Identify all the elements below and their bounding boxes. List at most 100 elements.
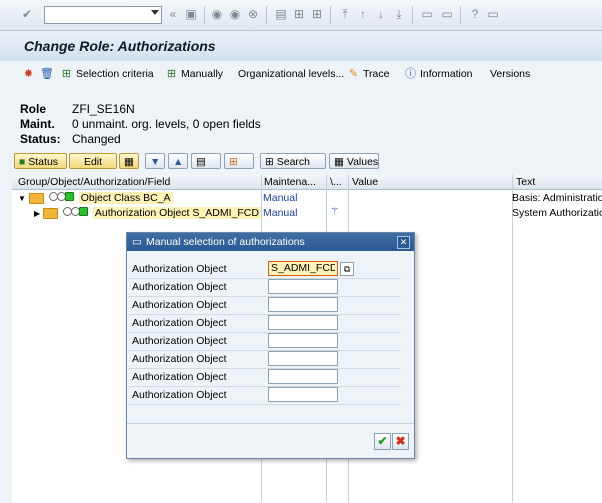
dialog-window-icon: ▭	[132, 236, 142, 248]
cancel-button[interactable]: ✖	[392, 433, 409, 450]
column-divider	[512, 175, 513, 502]
trash-icon: 🗑	[40, 67, 54, 80]
search-button[interactable]: ⊞ Search	[260, 153, 326, 169]
maint-label: Maint.	[20, 117, 55, 131]
auth-object-input-6[interactable]	[268, 351, 338, 366]
trace-button[interactable]: ✎ Trace	[347, 66, 390, 82]
layout-button[interactable]: ⊞	[224, 153, 254, 169]
back-icon[interactable]: ◉	[210, 7, 224, 21]
new-session-icon[interactable]: ▭	[420, 7, 434, 21]
wand-icon[interactable]: ⚚	[330, 205, 339, 219]
auth-object-row: Authorization Object	[128, 296, 401, 315]
versions-label: Versions	[490, 68, 531, 80]
auth-object-label: Authorization Object	[132, 353, 227, 365]
system-toolbar: ✔ « ▣ ◉ ◉ ⊗ ▤ ⊞ ⊞ ⤒ ↑ ↓ ⤓ ▭ ▭ ? ▭	[0, 0, 602, 31]
expand-triangle-icon[interactable]: ▼	[18, 194, 26, 203]
org-levels-button[interactable]: Organizational levels...	[238, 66, 344, 82]
edit-button-label: Edit	[83, 156, 103, 168]
manually-label: Manually	[181, 68, 224, 80]
grid-icon: ▦	[124, 156, 134, 168]
trace-label: Trace	[363, 68, 390, 80]
traffic-light-icon	[63, 206, 88, 220]
dialog-title: Manual selection of authorizations	[146, 236, 305, 248]
auth-object-input-5[interactable]	[268, 333, 338, 348]
auth-object-input-2[interactable]	[268, 279, 338, 294]
toolbar-divider	[266, 6, 267, 24]
tree-header: Group/Object/Authorization/Field Mainten…	[12, 175, 602, 190]
close-icon[interactable]: ✕	[397, 236, 410, 249]
column-header-group[interactable]: Group/Object/Authorization/Field	[18, 176, 170, 188]
search-button-label: Search	[276, 156, 311, 168]
auth-object-label: Authorization Object	[132, 299, 227, 311]
auth-object-input-7[interactable]	[268, 369, 338, 384]
copy-icon[interactable]: ⧉	[340, 262, 354, 276]
auth-object-label: Authorization Object	[132, 389, 227, 401]
edit-button[interactable]: Edit	[69, 153, 117, 169]
information-label: Information	[420, 68, 473, 80]
values-button[interactable]: ▦ Values	[329, 153, 379, 169]
org-levels-label: Organizational levels...	[238, 68, 345, 80]
column-header-value[interactable]: Value	[352, 176, 378, 188]
selection-criteria-button[interactable]: ⊞ Selection criteria	[60, 66, 154, 82]
trace-icon: ✎	[348, 67, 359, 80]
info-icon: ⓘ	[405, 67, 416, 80]
collapse-triangle-icon[interactable]: ▶	[34, 209, 40, 218]
cancel-icon[interactable]: ⊗	[246, 7, 260, 21]
next-page-icon[interactable]: ↓	[374, 7, 388, 21]
column-header-status[interactable]: \...	[330, 176, 342, 188]
column-header-maintenance[interactable]: Maintena...	[264, 176, 316, 188]
tree-row-authorization-object[interactable]: ▶ Authorization Object S_ADMI_FCD	[34, 206, 261, 220]
auth-object-row: Authorization Object	[128, 368, 401, 387]
row-text: System Authorization	[512, 207, 602, 219]
auth-object-label: Authorization Object	[132, 263, 227, 275]
search-icon: ⊞	[265, 156, 274, 168]
auth-object-input-8[interactable]	[268, 387, 338, 402]
status-label: Status:	[20, 132, 61, 146]
auth-object-input-4[interactable]	[268, 315, 338, 330]
toolbar-divider	[460, 6, 461, 24]
auth-object-row: Authorization Object ⧉	[128, 260, 401, 279]
information-button[interactable]: ⓘ Information	[404, 66, 473, 82]
status-value: Changed	[72, 132, 121, 146]
dialog-title-bar: ▭ Manual selection of authorizations ✕	[127, 233, 414, 251]
manual-selection-dialog: ▭ Manual selection of authorizations ✕ A…	[126, 232, 415, 459]
find-icon[interactable]: ⊞	[292, 7, 306, 21]
last-page-icon[interactable]: ⤓	[392, 7, 406, 21]
delete-button[interactable]: 🗑	[40, 66, 56, 82]
auth-object-row: Authorization Object	[128, 332, 401, 351]
save-icon[interactable]: ▣	[184, 7, 198, 21]
shortcut-icon[interactable]: ▭	[440, 7, 454, 21]
expand-button[interactable]: ▼	[145, 153, 165, 169]
tree-row-object-class[interactable]: ▼ Object Class BC_A	[18, 191, 173, 205]
auth-object-label: Authorization Object	[132, 335, 227, 347]
column-header-text[interactable]: Text	[516, 176, 535, 188]
exit-icon[interactable]: ◉	[228, 7, 242, 21]
collapse-button[interactable]: ▲	[168, 153, 188, 169]
customize-layout-icon[interactable]: ▭	[486, 7, 500, 21]
find-next-icon[interactable]: ⊞	[310, 7, 324, 21]
folder-icon	[43, 207, 59, 219]
first-page-icon[interactable]: ⤒	[338, 7, 352, 21]
versions-button[interactable]: Versions	[490, 66, 530, 82]
status-button[interactable]: ■ Status	[14, 153, 67, 169]
enter-icon[interactable]: ✔	[20, 7, 34, 21]
chevron-down-icon[interactable]	[151, 10, 159, 15]
help-icon[interactable]: ?	[468, 7, 482, 21]
auth-object-input-3[interactable]	[268, 297, 338, 312]
selection-criteria-label: Selection criteria	[76, 68, 154, 80]
manual-add-icon: ⊞	[166, 67, 177, 80]
print-icon[interactable]: ▤	[274, 7, 288, 21]
back-arrows-icon[interactable]: «	[166, 7, 180, 21]
values-button-label: Values	[346, 156, 379, 168]
org-levels-globe-button[interactable]: ✸	[22, 66, 38, 82]
confirm-button[interactable]: ✔	[374, 433, 391, 450]
print-button[interactable]: ▤	[191, 153, 221, 169]
command-field[interactable]	[44, 6, 162, 24]
previous-page-icon[interactable]: ↑	[356, 7, 370, 21]
maintenance-status: Manual	[263, 192, 298, 204]
collapse-icon: ▲	[173, 156, 184, 168]
manually-button[interactable]: ⊞ Manually	[165, 66, 223, 82]
auth-object-input-1[interactable]	[268, 261, 338, 276]
display-icon-button[interactable]: ▦	[119, 153, 139, 169]
maintenance-status: Manual	[263, 207, 298, 219]
